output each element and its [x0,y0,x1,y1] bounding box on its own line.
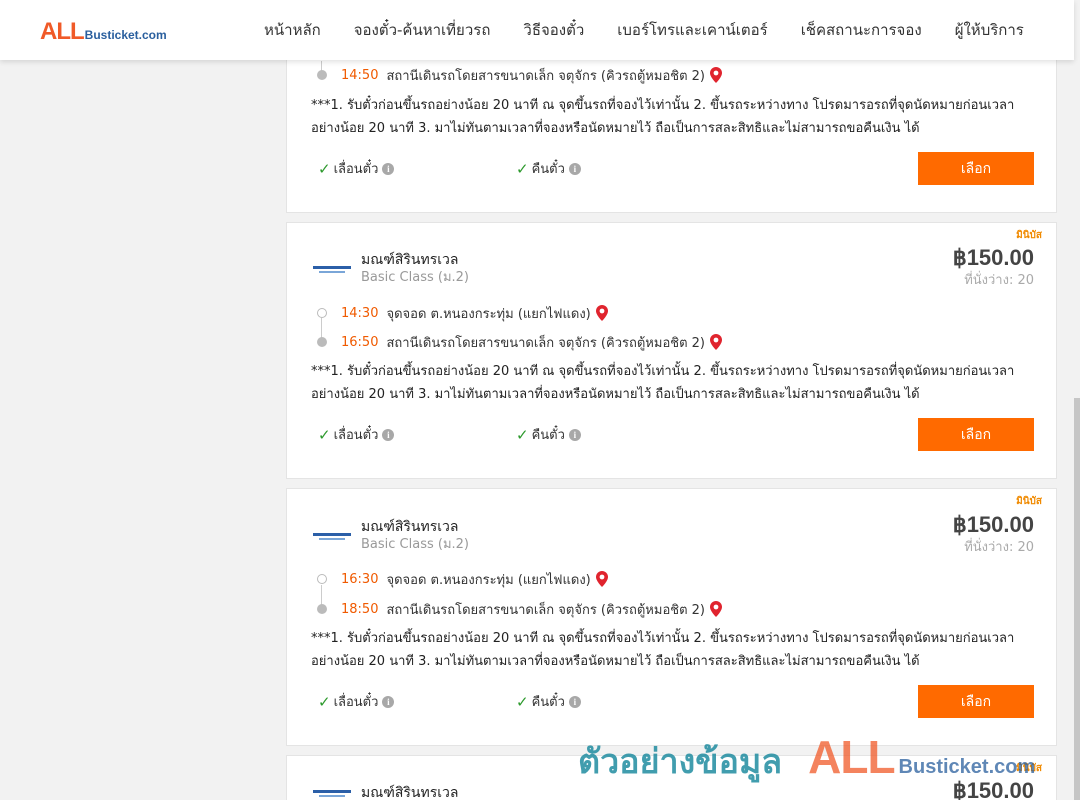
trip-note: ***1. รับตั๋วก่อนขึ้นรถอย่างน้อย 20 นาที… [311,364,1015,402]
arrival-stop: 14:50 สถานีเดินรถโดยสารขนาดเล็ก จตุจักร … [317,65,722,85]
nav-book-search[interactable]: จองตั๋ว-ค้นหาเที่ยวรถ [354,18,491,42]
operator-logo [313,531,351,541]
vehicle-type-badge: มินิบัส [1016,763,1042,774]
price-block: ฿150.00 ที่นั่งว่าง: 20 [953,244,1034,290]
arrival-place: สถานีเดินรถโดยสารขนาดเล็ก จตุจักร (คิวรถ… [386,602,705,618]
arrival-place: สถานีเดินรถโดยสารขนาดเล็ก จตุจักร (คิวรถ… [386,68,705,84]
arrival-time: 14:50 [341,67,379,83]
map-pin-icon[interactable] [710,67,722,83]
change-ticket-label: เลื่อนตั๋ว [333,162,379,177]
refund-ticket-label: คืนตั๋ว [531,695,565,710]
map-pin-icon[interactable] [710,601,722,617]
logo-all-text: ALL [40,18,85,45]
price-block: ฿150.00 ที่นั่งว่าง: 20 [953,511,1034,557]
operator-info: มณฑ์สิรินทรเวล Basic Class (ม.2) [313,518,469,554]
select-trip-button[interactable]: เลือก [918,685,1034,718]
main-nav: หน้าหลัก จองตั๋ว-ค้นหาเที่ยวรถ วิธีจองตั… [264,0,1024,60]
refund-ticket-option: ✓ คืนตั๋ว i [516,691,581,712]
arrival-dot [317,70,327,80]
ticket-price: ฿150.00 [952,245,1034,270]
select-trip-button[interactable]: เลือก [918,418,1034,451]
change-ticket-option: ✓ เลื่อนตั๋ว i [318,424,395,445]
logo-busticket-text: Busticket.com [84,28,167,42]
seats-available: ที่นั่งว่าง: 20 [964,540,1034,555]
departure-stop: 16:30 จุดจอด ต.หนองกระทุ่ม (แยกไฟแดง) [317,569,608,589]
ticket-price: ฿150.00 [952,778,1034,800]
info-icon[interactable]: i [382,162,395,175]
check-icon: ✓ [318,692,331,711]
nav-phone-counter[interactable]: เบอร์โทรและเคาน์เตอร์ [617,18,767,42]
check-icon: ✓ [516,159,529,178]
arrival-stop: 16:50 สถานีเดินรถโดยสารขนาดเล็ก จตุจักร … [317,332,722,352]
operator-logo [313,264,351,274]
operator-name: มณฑ์สิรินทรเวล [361,785,459,800]
refund-ticket-label: คืนตั๋ว [531,162,565,177]
nav-operators[interactable]: ผู้ให้บริการ [955,18,1024,42]
change-ticket-label: เลื่อนตั๋ว [333,428,379,443]
seats-available: ที่นั่งว่าง: 20 [964,273,1034,288]
trip-card: มินิบัส มณฑ์สิรินทรเวล ฿150.00 [286,755,1057,800]
trip-note: ***1. รับตั๋วก่อนขึ้นรถอย่างน้อย 20 นาที… [311,631,1015,669]
trip-card: มินิบัส มณฑ์สิรินทรเวล Basic Class (ม.2)… [286,488,1057,746]
vehicle-type-badge: มินิบัส [1016,496,1042,507]
vehicle-type-badge: มินิบัส [1016,230,1042,241]
arrival-place: สถานีเดินรถโดยสารขนาดเล็ก จตุจักร (คิวรถ… [386,335,705,351]
site-header: ALL Busticket.com หน้าหลัก จองตั๋ว-ค้นหา… [0,0,1074,60]
info-icon[interactable]: i [568,162,581,175]
page-scrollbar[interactable] [1074,0,1080,800]
arrival-stop: 18:50 สถานีเดินรถโดยสารขนาดเล็ก จตุจักร … [317,599,722,619]
departure-place: จุดจอด ต.หนองกระทุ่ม (แยกไฟแดง) [386,572,591,588]
map-pin-icon[interactable] [710,334,722,350]
select-trip-button[interactable]: เลือก [918,152,1034,185]
departure-time: 14:30 [341,305,379,321]
arrival-dot [317,337,327,347]
check-icon: ✓ [318,425,331,444]
departure-place: จุดจอด ต.หนองกระทุ่ม (แยกไฟแดง) [386,306,591,322]
bus-class: Basic Class (ม.2) [361,537,469,552]
refund-ticket-label: คืนตั๋ว [531,428,565,443]
ticket-price: ฿150.00 [952,512,1034,537]
nav-home[interactable]: หน้าหลัก [264,18,321,42]
check-icon: ✓ [516,425,529,444]
trip-note: ***1. รับตั๋วก่อนขึ้นรถอย่างน้อย 20 นาที… [311,98,1015,136]
refund-ticket-option: ✓ คืนตั๋ว i [516,424,581,445]
nav-how-to-book[interactable]: วิธีจองตั๋ว [523,18,584,42]
operator-name: มณฑ์สิรินทรเวล [361,519,459,535]
change-ticket-option: ✓ เลื่อนตั๋ว i [318,691,395,712]
info-icon[interactable]: i [382,428,395,441]
map-pin-icon[interactable] [595,305,608,321]
info-icon[interactable]: i [568,695,581,708]
info-icon[interactable]: i [568,428,581,441]
operator-name: มณฑ์สิรินทรเวล [361,252,459,268]
arrival-dot [317,604,327,614]
change-ticket-option: ✓ เลื่อนตั๋ว i [318,158,395,179]
check-icon: ✓ [516,692,529,711]
price-block: ฿150.00 [953,777,1034,800]
departure-dot [317,574,327,584]
check-icon: ✓ [318,159,331,178]
operator-info: มณฑ์สิรินทรเวล [313,784,458,800]
site-logo[interactable]: ALL Busticket.com [40,18,167,46]
map-pin-icon[interactable] [595,571,608,587]
departure-dot [317,308,327,318]
trip-card: มินิบัส มณฑ์สิรินทรเวล Basic Class (ม.2)… [286,222,1057,479]
operator-logo [313,788,351,798]
info-icon[interactable]: i [382,695,395,708]
arrival-time: 18:50 [341,601,379,617]
scrollbar-thumb[interactable] [1074,398,1080,800]
trip-card: 14:50 สถานีเดินรถโดยสารขนาดเล็ก จตุจักร … [286,40,1057,213]
departure-time: 16:30 [341,571,379,587]
bus-class: Basic Class (ม.2) [361,270,469,285]
arrival-time: 16:50 [341,334,379,350]
change-ticket-label: เลื่อนตั๋ว [333,695,379,710]
operator-info: มณฑ์สิรินทรเวล Basic Class (ม.2) [313,251,469,287]
nav-check-status[interactable]: เช็คสถานะการจอง [801,18,922,42]
departure-stop: 14:30 จุดจอด ต.หนองกระทุ่ม (แยกไฟแดง) [317,303,608,323]
refund-ticket-option: ✓ คืนตั๋ว i [516,158,581,179]
